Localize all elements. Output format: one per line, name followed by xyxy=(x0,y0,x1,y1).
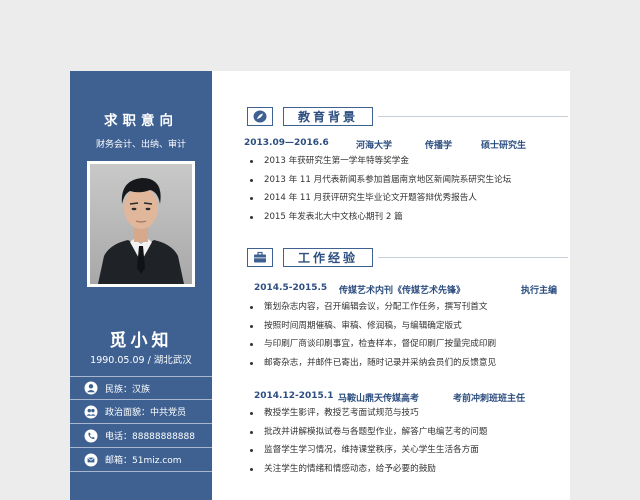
job-date: 2014.5-2015.5 xyxy=(254,283,328,293)
list-item: 关注学生的情绪和情感动态，给予必要的鼓励 xyxy=(250,460,487,479)
list-item: 教授学生影评，教授艺考面试规范与技巧 xyxy=(250,404,487,423)
user-icon xyxy=(84,381,98,395)
main-content: 教育背景 2013.09—2016.6 河海大学 传播学 硕士研究生 2013 … xyxy=(212,71,570,500)
work-title: 工作经验 xyxy=(283,248,373,267)
list-item: 2014 年 11 月获评研究生毕业论文开题答辩优秀报告人 xyxy=(250,189,511,208)
list-item: 2015 年发表北大中文核心期刊 2 篇 xyxy=(250,208,511,227)
profile-photo xyxy=(87,161,195,287)
info-text: 电话：88888888888 xyxy=(105,432,195,442)
list-item: 按照时间周期催稿、审稿、修润稿，与编辑确定版式 xyxy=(250,317,496,336)
list-item: 监督学生学习情况，维持课堂秩序，关心学生生活各方面 xyxy=(250,441,487,460)
info-text: 政治面貌：中共党员 xyxy=(105,408,187,418)
candidate-name: 觅小知 xyxy=(109,331,173,351)
birth-and-place: 1990.05.09 / 湖北武汉 xyxy=(90,355,192,366)
education-section-header: 教育背景 xyxy=(247,107,570,126)
work-section-header: 工作经验 xyxy=(247,248,570,267)
resume-page: 求职意向 财务会计、出纳、审计 觅小知 1990.05.09 / 湖北武汉 民族… xyxy=(70,71,570,500)
job-date: 2014.12-2015.1 xyxy=(254,391,334,401)
job-company: 马鞍山鼎天传媒高考 xyxy=(338,394,420,404)
job-objective-title: 求职意向 xyxy=(104,113,178,129)
list-item: 2013 年获研究生第一学年特等奖学金 xyxy=(250,152,511,171)
sidebar: 求职意向 财务会计、出纳、审计 觅小知 1990.05.09 / 湖北武汉 民族… xyxy=(70,71,212,500)
job-duties-list: 策划杂志内容，召开编辑会议，分配工作任务，撰写刊首文 按照时间周期催稿、审稿、修… xyxy=(250,298,496,372)
info-email: 邮箱：51miz.com xyxy=(70,448,212,472)
education-date: 2013.09—2016.6 xyxy=(244,138,329,148)
group-icon xyxy=(84,405,98,419)
job-position: 执行主编 xyxy=(521,286,558,296)
section-divider xyxy=(378,257,568,258)
info-ethnicity: 民族：汉族 xyxy=(70,376,212,400)
section-divider xyxy=(378,116,568,117)
education-degree: 硕士研究生 xyxy=(481,141,527,151)
education-major: 传播学 xyxy=(425,141,453,151)
job-company: 传媒艺术内刊《传媒艺术先锋》 xyxy=(339,286,466,296)
briefcase-icon xyxy=(247,248,273,267)
list-item: 策划杂志内容，召开编辑会议，分配工作任务，撰写刊首文 xyxy=(250,298,496,317)
education-title: 教育背景 xyxy=(283,107,373,126)
portrait-photo xyxy=(90,164,192,284)
info-political-status: 政治面貌：中共党员 xyxy=(70,400,212,424)
education-school: 河海大学 xyxy=(356,141,393,151)
list-item: 邮寄杂志，并邮件已寄出，随时记录并采纳会员们的反馈意见 xyxy=(250,354,496,373)
info-text: 邮箱：51miz.com xyxy=(105,456,182,466)
education-achievements: 2013 年获研究生第一学年特等奖学金 2013 年 11 月代表新闻系参加首届… xyxy=(250,152,511,226)
job-objective-subtitle: 财务会计、出纳、审计 xyxy=(95,140,186,150)
info-text: 民族：汉族 xyxy=(105,384,151,395)
phone-icon xyxy=(84,429,98,443)
list-item: 批改并讲解模拟试卷与各题型作业，解答广电编艺考的问题 xyxy=(250,423,487,442)
list-item: 2013 年 11 月代表新闻系参加首届南京地区新闻院系研究生论坛 xyxy=(250,171,511,190)
mail-icon xyxy=(84,453,98,467)
job-duties-list: 教授学生影评，教授艺考面试规范与技巧 批改并讲解模拟试卷与各题型作业，解答广电编… xyxy=(250,404,487,478)
info-phone: 电话：88888888888 xyxy=(70,424,212,448)
leaf-icon xyxy=(247,107,273,126)
list-item: 与印刷厂商谈印刷事宜，检查样本，督促印刷厂按量完成印刷 xyxy=(250,335,496,354)
personal-info-list: 民族：汉族 政治面貌：中共党员 电话：88888888888 邮箱：51miz.… xyxy=(70,376,212,472)
job-position: 考前冲刺班班主任 xyxy=(453,394,526,404)
